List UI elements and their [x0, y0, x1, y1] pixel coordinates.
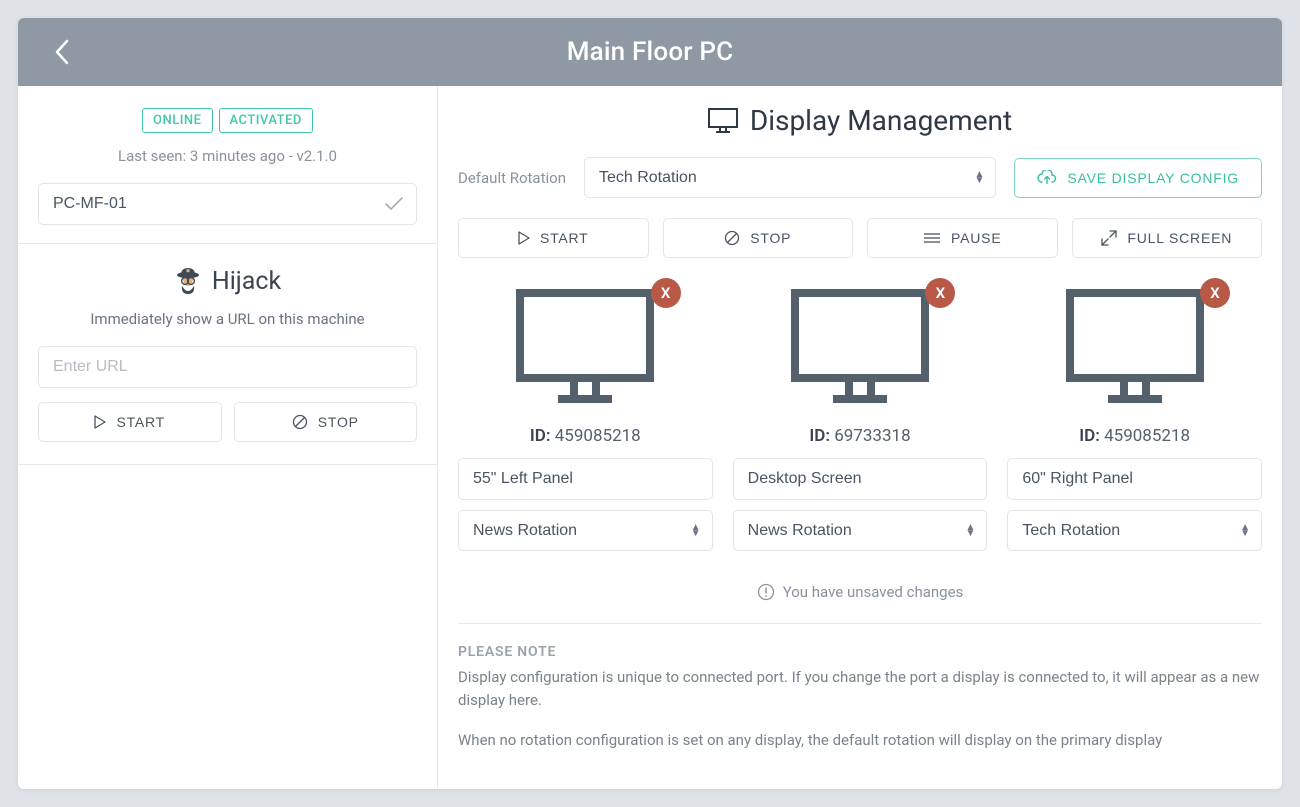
display-name-input[interactable] [458, 458, 713, 500]
fullscreen-label: FULL SCREEN [1127, 230, 1232, 246]
main-panel: Display Management Default Rotation Tech… [438, 86, 1282, 789]
warning-icon [757, 583, 775, 601]
chevron-left-icon [52, 37, 72, 67]
display-name-input[interactable] [1007, 458, 1262, 500]
display-card: X ID: 69733318 News Rotation ▲▼ [733, 288, 988, 561]
display-name-input[interactable] [733, 458, 988, 500]
hijack-title: Hijack [212, 267, 281, 296]
sidebar: ONLINE ACTIVATED Last seen: 3 minutes ag… [18, 86, 438, 789]
unsaved-text: You have unsaved changes [783, 583, 964, 601]
display-rotation-select[interactable]: News Rotation [458, 510, 713, 551]
activated-badge: ACTIVATED [219, 108, 313, 133]
displays-row: X ID: 459085218 News Rotation ▲▼ X ID: 6… [458, 288, 1262, 561]
save-config-label: SAVE DISPLAY CONFIG [1067, 170, 1239, 186]
display-id: ID: 459085218 [458, 426, 713, 446]
hijack-url-input[interactable] [38, 346, 417, 388]
fullscreen-button[interactable]: FULL SCREEN [1072, 218, 1263, 258]
display-rotation-select[interactable]: Tech Rotation [1007, 510, 1262, 551]
display-card: X ID: 459085218 Tech Rotation ▲▼ [1007, 288, 1262, 561]
note-text-1: Display configuration is unique to conne… [458, 666, 1262, 711]
unsaved-warning: You have unsaved changes [458, 583, 1262, 601]
save-config-button[interactable]: SAVE DISPLAY CONFIG [1014, 158, 1262, 198]
display-id: ID: 69733318 [733, 426, 988, 446]
monitor-icon [1060, 288, 1210, 408]
default-rotation-label: Default Rotation [458, 169, 566, 187]
pause-button[interactable]: PAUSE [867, 218, 1058, 258]
stop-label: STOP [750, 230, 791, 246]
prohibit-icon [724, 230, 740, 246]
monitor-icon [510, 288, 660, 408]
back-button[interactable] [52, 37, 72, 67]
start-button[interactable]: START [458, 218, 649, 258]
display-card: X ID: 459085218 News Rotation ▲▼ [458, 288, 713, 561]
titlebar: Main Floor PC [18, 18, 1282, 86]
online-badge: ONLINE [142, 108, 212, 133]
note-heading: PLEASE NOTE [458, 644, 1262, 660]
status-block: ONLINE ACTIVATED Last seen: 3 minutes ag… [18, 86, 437, 244]
display-rotation-select[interactable]: News Rotation [733, 510, 988, 551]
divider [458, 623, 1262, 624]
hijack-start-button[interactable]: START [38, 402, 222, 442]
prohibit-icon [292, 414, 308, 430]
hijack-description: Immediately show a URL on this machine [38, 310, 417, 328]
hijack-block: Hijack Immediately show a URL on this ma… [18, 244, 437, 465]
page-title: Main Floor PC [18, 37, 1282, 67]
app-window: Main Floor PC ONLINE ACTIVATED Last seen… [18, 18, 1282, 789]
monitor-icon [785, 288, 935, 408]
pause-lines-icon [923, 232, 941, 244]
spy-icon [174, 266, 202, 296]
play-icon [518, 231, 530, 245]
cloud-upload-icon [1037, 170, 1057, 186]
remove-display-button[interactable]: X [651, 278, 681, 308]
default-rotation-select[interactable]: Tech Rotation [584, 157, 996, 198]
hijack-start-label: START [116, 414, 165, 430]
last-seen-text: Last seen: 3 minutes ago - v2.1.0 [38, 147, 417, 165]
remove-display-button[interactable]: X [1200, 278, 1230, 308]
remove-display-button[interactable]: X [925, 278, 955, 308]
hijack-stop-label: STOP [318, 414, 359, 430]
main-title: Display Management [750, 104, 1012, 137]
note-text-2: When no rotation configuration is set on… [458, 729, 1262, 752]
pause-label: PAUSE [951, 230, 1001, 246]
hijack-stop-button[interactable]: STOP [234, 402, 418, 442]
device-name-input[interactable] [38, 183, 417, 225]
stop-button[interactable]: STOP [663, 218, 854, 258]
play-icon [94, 415, 106, 429]
monitor-icon [708, 108, 738, 134]
expand-icon [1101, 230, 1117, 246]
display-id: ID: 459085218 [1007, 426, 1262, 446]
start-label: START [540, 230, 589, 246]
